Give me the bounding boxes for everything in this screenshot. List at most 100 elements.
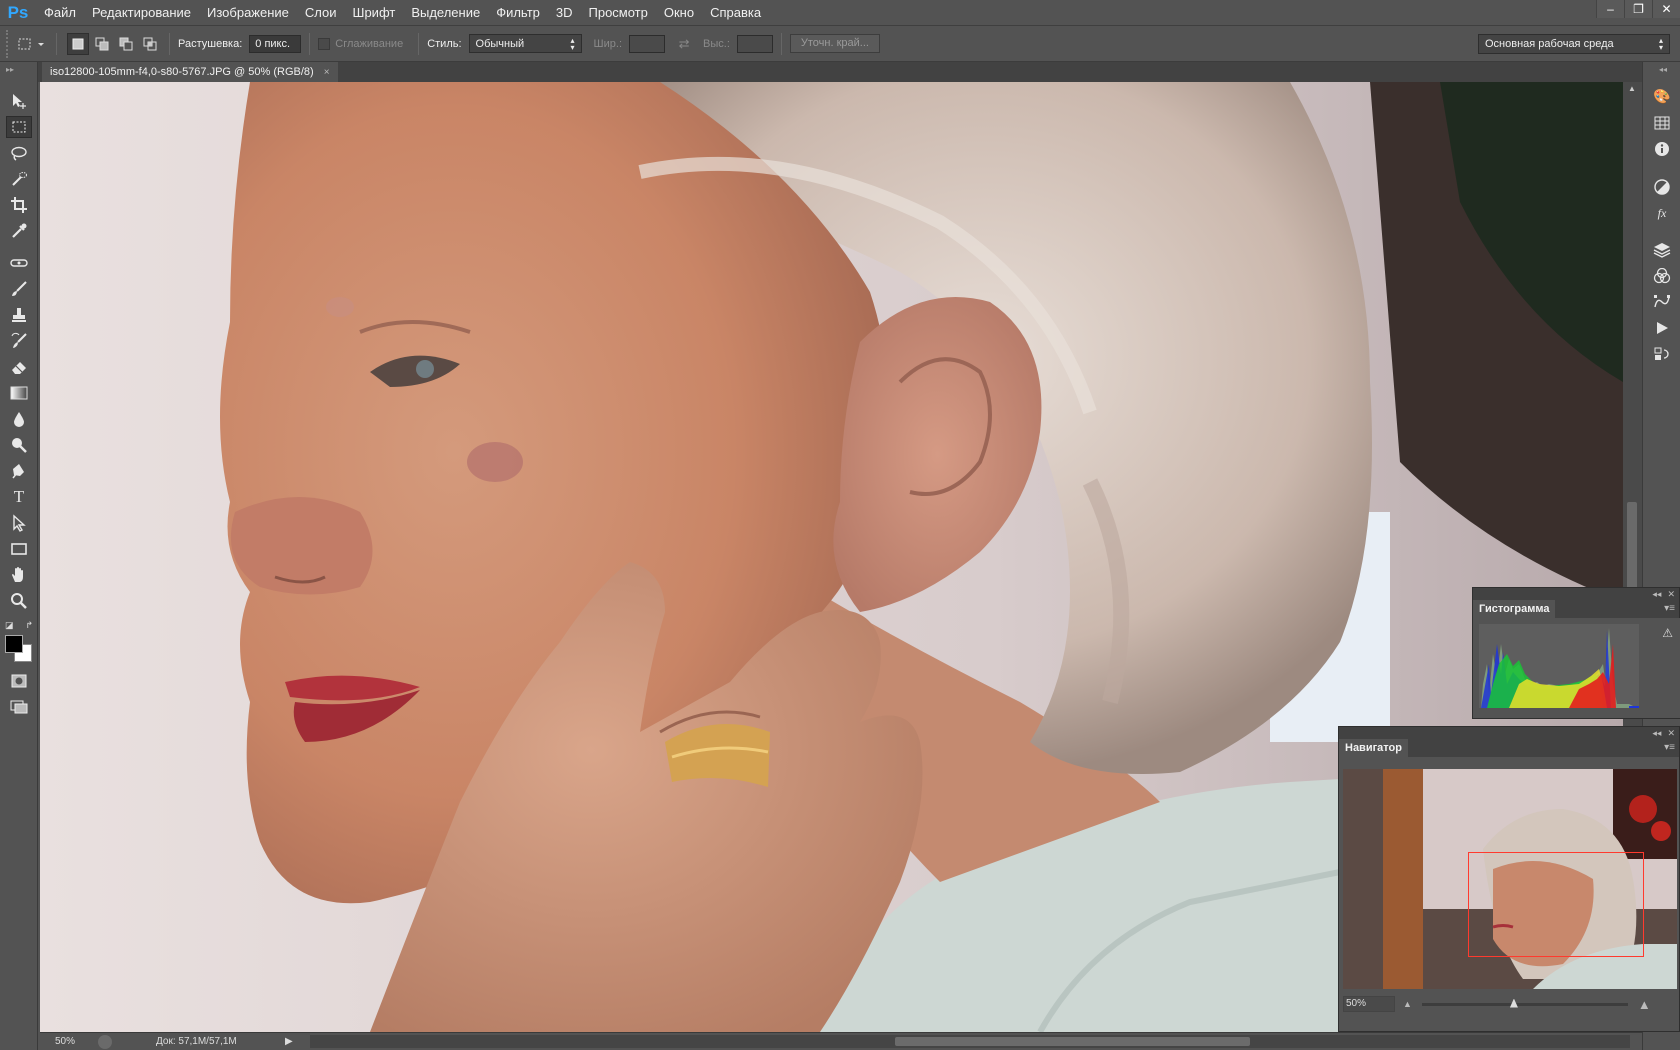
antialias-checkbox[interactable] bbox=[318, 37, 331, 50]
add-selection-button[interactable] bbox=[91, 33, 113, 55]
zoom-out-icon[interactable]: ▲ bbox=[1403, 999, 1412, 1009]
navigator-zoom-field[interactable]: 50% bbox=[1343, 996, 1395, 1012]
minimize-button[interactable]: – bbox=[1596, 0, 1624, 18]
screen-mode-button[interactable] bbox=[6, 696, 32, 718]
move-tool[interactable] bbox=[6, 90, 32, 112]
navigator-preview[interactable] bbox=[1343, 769, 1677, 989]
swap-colors-icon[interactable]: ↱ bbox=[25, 620, 33, 632]
clone-stamp-tool[interactable] bbox=[6, 304, 32, 326]
collapse-panel-icon[interactable]: ◂◂ bbox=[1652, 589, 1661, 600]
menu-layers[interactable]: Слои bbox=[297, 0, 345, 25]
histogram-warning-icon[interactable]: ⚠ bbox=[1662, 626, 1673, 640]
horizontal-scroll-thumb[interactable] bbox=[895, 1037, 1250, 1046]
menu-edit[interactable]: Редактирование bbox=[84, 0, 199, 25]
styles-panel-button[interactable]: fx bbox=[1652, 203, 1672, 223]
rect-marquee-tool[interactable] bbox=[6, 116, 32, 138]
zoom-slider-thumb[interactable] bbox=[1509, 998, 1518, 1008]
tool-preset-picker[interactable] bbox=[14, 33, 48, 55]
height-label: Выс.: bbox=[703, 37, 730, 50]
close-panel-icon[interactable]: ✕ bbox=[1667, 589, 1675, 600]
menu-view[interactable]: Просмотр bbox=[581, 0, 656, 25]
adjustments-panel-button[interactable] bbox=[1652, 177, 1672, 197]
intersect-selection-button[interactable] bbox=[139, 33, 161, 55]
width-input[interactable] bbox=[629, 34, 666, 53]
default-colors-icon[interactable]: ◪ bbox=[5, 620, 14, 632]
eyedropper-tool[interactable] bbox=[6, 220, 32, 242]
navigator-view-box[interactable] bbox=[1468, 852, 1644, 957]
close-tab-icon[interactable]: × bbox=[324, 67, 330, 78]
feather-input[interactable] bbox=[249, 34, 302, 53]
swatches-panel-button[interactable] bbox=[1652, 113, 1672, 133]
info-panel-button[interactable] bbox=[1652, 139, 1672, 159]
history-panel-button[interactable] bbox=[1652, 344, 1672, 364]
actions-panel-button[interactable] bbox=[1652, 318, 1672, 338]
move-icon bbox=[13, 94, 26, 109]
updown-arrows-icon: ▴ ▾ bbox=[570, 35, 575, 52]
healing-brush-tool[interactable] bbox=[6, 252, 32, 274]
status-info-icon[interactable] bbox=[98, 1034, 112, 1049]
new-selection-button[interactable] bbox=[67, 32, 89, 55]
quick-select-tool[interactable] bbox=[6, 168, 32, 190]
menu-file[interactable]: Файл bbox=[36, 0, 84, 25]
zoom-in-icon[interactable]: ▲ bbox=[1638, 997, 1651, 1012]
menu-image[interactable]: Изображение bbox=[199, 0, 297, 25]
separator bbox=[418, 32, 420, 55]
menu-bar: Ps Файл Редактирование Изображение Слои … bbox=[0, 0, 1680, 25]
blur-tool[interactable] bbox=[6, 408, 32, 430]
dodge-tool[interactable] bbox=[6, 434, 32, 456]
eraser-tool[interactable] bbox=[6, 356, 32, 378]
channels-panel-button[interactable] bbox=[1652, 266, 1672, 286]
hand-tool[interactable] bbox=[6, 564, 32, 586]
close-panel-icon[interactable]: ✕ bbox=[1667, 728, 1675, 739]
close-button[interactable]: ✕ bbox=[1652, 0, 1680, 18]
style-select[interactable]: Обычный ▴ ▾ bbox=[468, 34, 582, 53]
color-swatch-controls: ◪ ↱ bbox=[5, 620, 33, 632]
collapse-panel-icon[interactable]: ◂◂ bbox=[1652, 728, 1661, 739]
navigator-tab[interactable]: Навигатор bbox=[1339, 739, 1408, 757]
menu-type[interactable]: Шрифт bbox=[345, 0, 404, 25]
crop-tool[interactable] bbox=[6, 194, 32, 216]
gradient-tool[interactable] bbox=[6, 382, 32, 404]
menu-filter[interactable]: Фильтр bbox=[488, 0, 548, 25]
options-grip[interactable] bbox=[6, 29, 12, 58]
panel-header-strip: ◂◂ ✕ bbox=[1339, 727, 1679, 739]
zoom-field[interactable]: 50% bbox=[40, 1036, 90, 1047]
rect-marquee-icon bbox=[12, 121, 26, 133]
healing-icon bbox=[10, 259, 28, 267]
subtract-selection-button[interactable] bbox=[115, 33, 137, 55]
navigator-tabs: Навигатор ▾≡ bbox=[1339, 739, 1679, 757]
layers-panel-button[interactable] bbox=[1652, 240, 1672, 260]
swatches-icon bbox=[1654, 116, 1670, 130]
swap-dimensions-icon[interactable]: ⇄ bbox=[673, 33, 695, 55]
menu-3d[interactable]: 3D bbox=[548, 0, 581, 25]
navigator-zoom-slider[interactable] bbox=[1421, 998, 1628, 1008]
panel-menu-icon[interactable]: ▾≡ bbox=[1664, 742, 1675, 753]
menu-help[interactable]: Справка bbox=[702, 0, 769, 25]
lasso-tool[interactable] bbox=[6, 142, 32, 164]
pen-tool[interactable] bbox=[6, 460, 32, 482]
scroll-up-icon[interactable]: ▲ bbox=[1628, 84, 1636, 93]
zoom-tool[interactable] bbox=[6, 590, 32, 612]
rectangle-shape-tool[interactable] bbox=[6, 538, 32, 560]
foreground-color-swatch[interactable] bbox=[5, 635, 23, 653]
color-panel-button[interactable]: 🎨 bbox=[1652, 86, 1672, 106]
path-select-tool[interactable] bbox=[6, 512, 32, 534]
refine-edge-button[interactable]: Уточн. край... bbox=[789, 34, 880, 53]
menu-window[interactable]: Окно bbox=[656, 0, 702, 25]
brush-tool[interactable] bbox=[6, 278, 32, 300]
horizontal-scrollbar[interactable] bbox=[310, 1035, 1630, 1048]
restore-button[interactable]: ❐ bbox=[1624, 0, 1652, 18]
history-brush-tool[interactable] bbox=[6, 330, 32, 352]
document-tab[interactable]: iso12800-105mm-f4,0-s80-5767.JPG @ 50% (… bbox=[42, 62, 338, 82]
quick-mask-button[interactable] bbox=[6, 670, 32, 692]
height-input[interactable] bbox=[736, 34, 773, 53]
collapse-toolbar-icon[interactable]: ▸▸ bbox=[6, 65, 14, 74]
workspace-select[interactable]: Основная рабочая среда ▴ ▾ bbox=[1478, 33, 1670, 54]
paths-panel-button[interactable] bbox=[1652, 292, 1672, 312]
status-menu-arrow-icon[interactable]: ▶ bbox=[285, 1036, 293, 1047]
menu-select[interactable]: Выделение bbox=[403, 0, 488, 25]
expand-panels-icon[interactable]: ◂◂ bbox=[1659, 65, 1667, 74]
type-tool[interactable]: T bbox=[6, 486, 32, 508]
panel-menu-icon[interactable]: ▾≡ bbox=[1664, 603, 1675, 614]
histogram-tab[interactable]: Гистограмма bbox=[1473, 600, 1556, 618]
